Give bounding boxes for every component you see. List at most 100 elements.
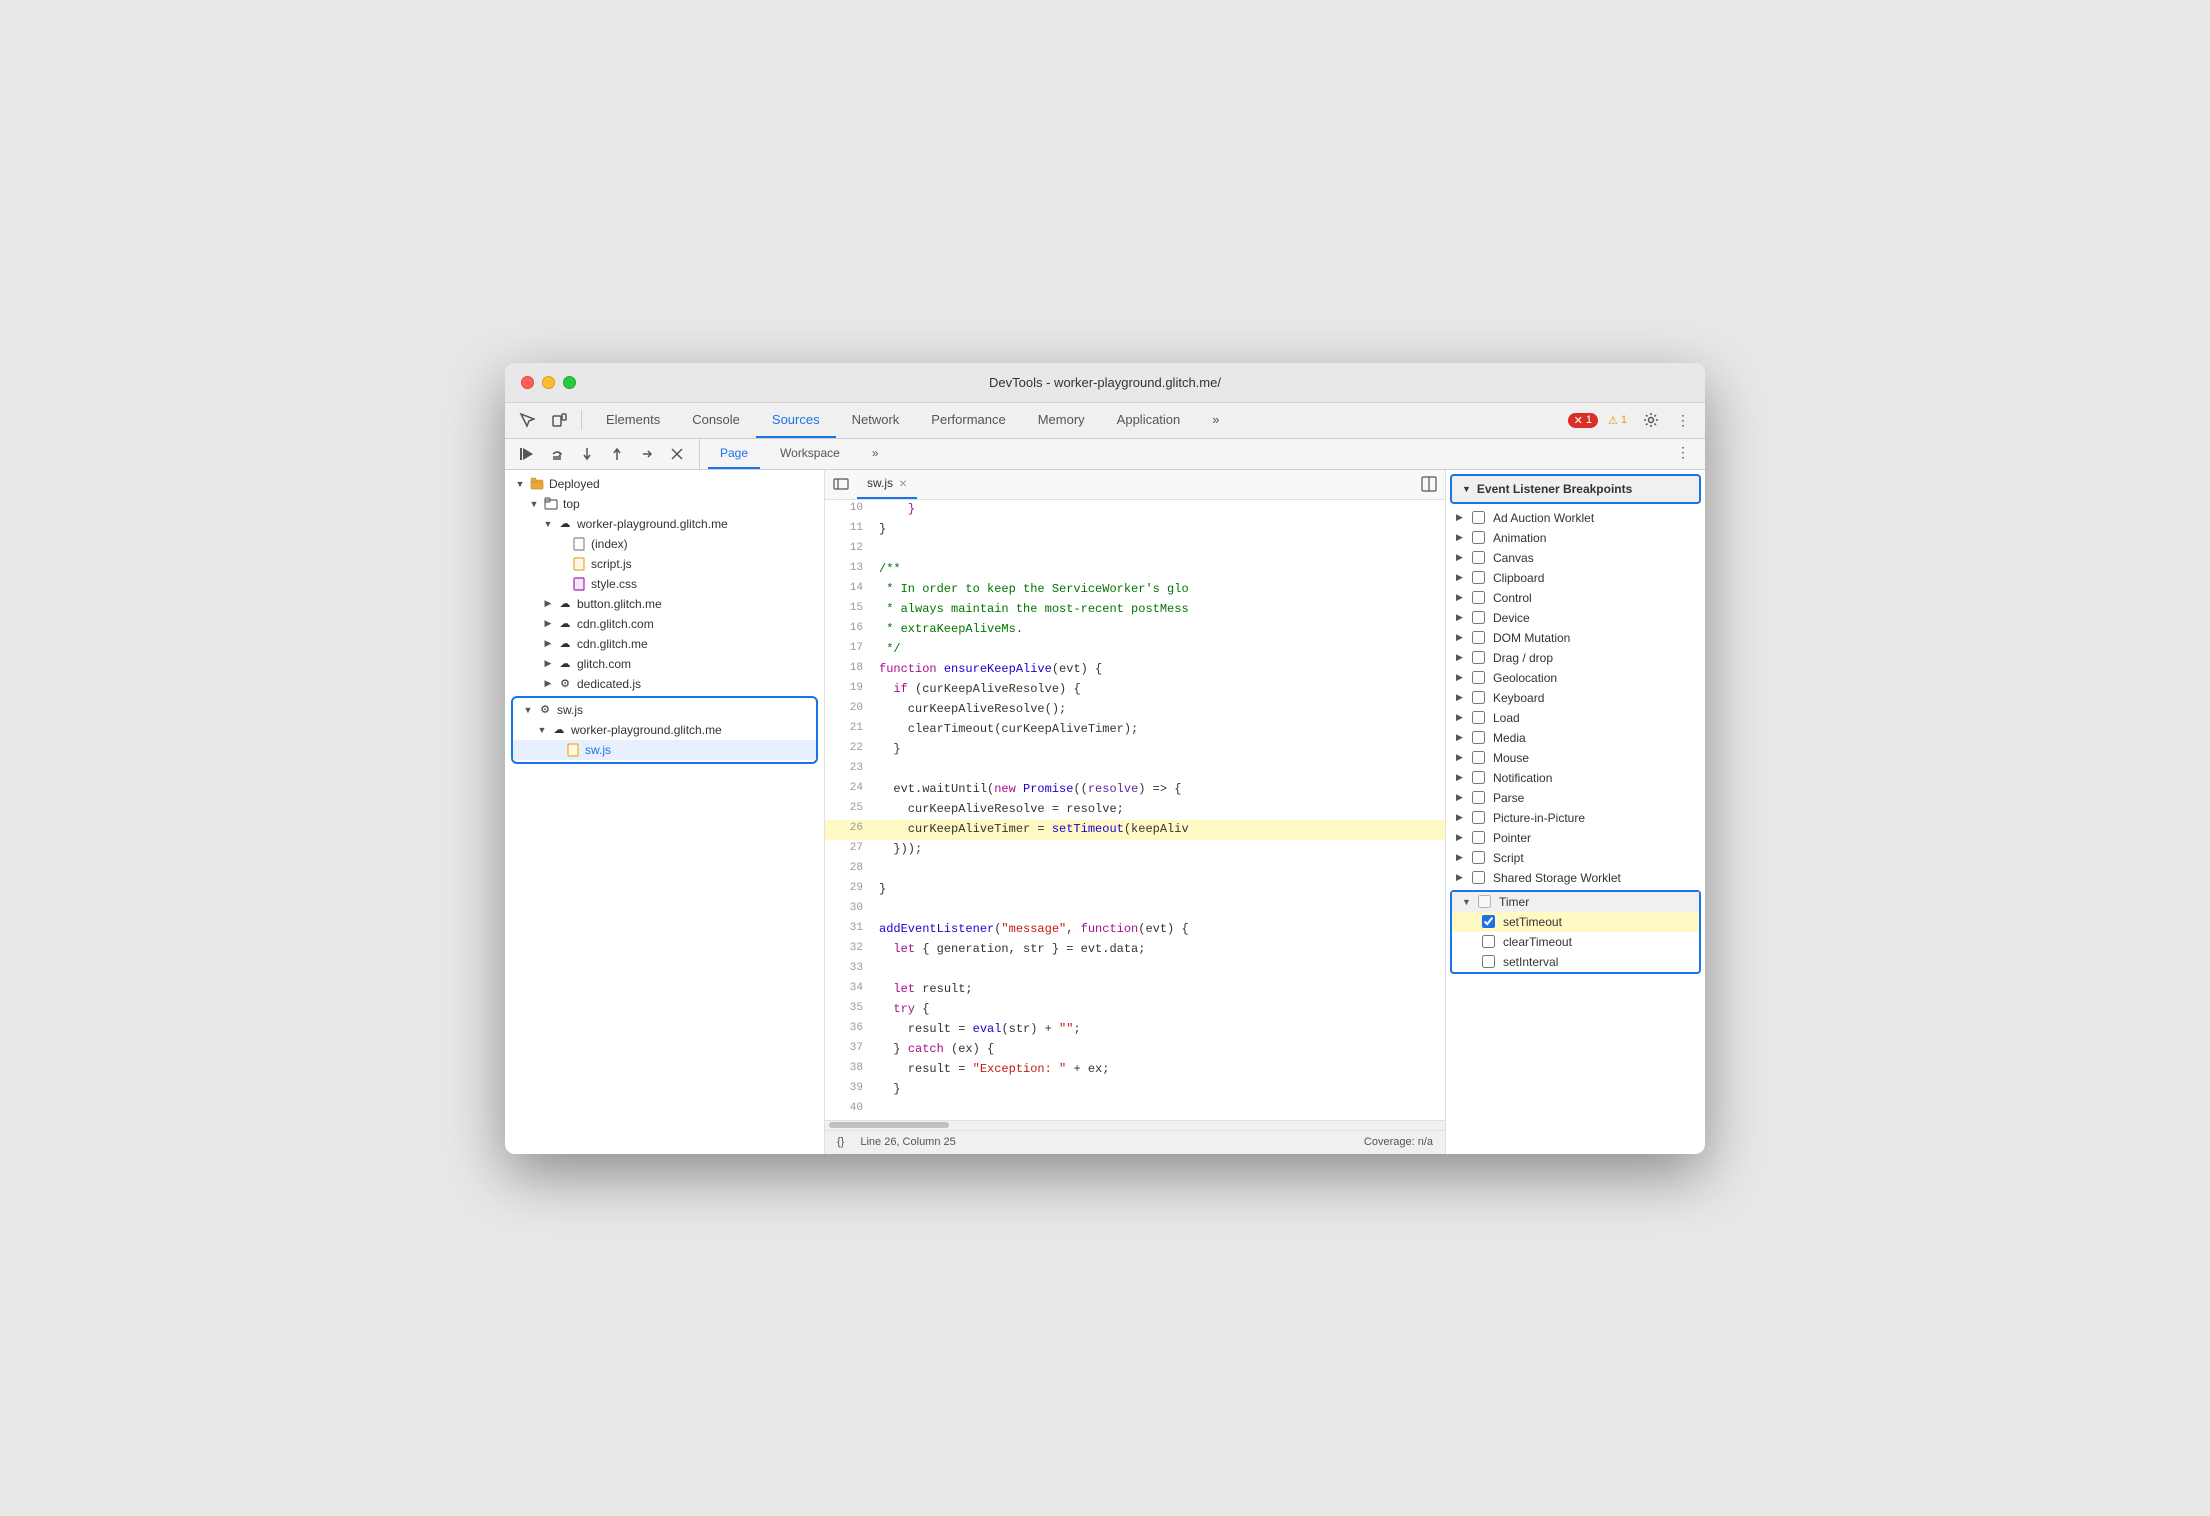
tree-item-cdn-glitch-com[interactable]: ▶ ☁ cdn.glitch.com [505,614,824,634]
cb-animation[interactable] [1472,531,1485,544]
cb-pointer[interactable] [1472,831,1485,844]
cb-device[interactable] [1472,611,1485,624]
tab-performance[interactable]: Performance [915,402,1021,438]
horizontal-scrollbar[interactable] [825,1120,1445,1130]
tab-page[interactable]: Page [708,439,760,469]
tree-item-wpm-sub[interactable]: ▼ ☁ worker-playground.glitch.me [513,720,816,740]
warning-badge[interactable]: ⚠ 1 [1602,413,1633,428]
bp-cat-media[interactable]: ▶ Media [1446,728,1705,748]
panel-layout-icon[interactable] [1421,476,1437,492]
step-button[interactable] [633,440,661,468]
code-content[interactable]: 10 } 11 } 12 13 [825,500,1445,1120]
scrollbar-thumb[interactable] [829,1122,949,1128]
error-badge[interactable]: ✕ 1 [1568,413,1598,428]
bp-cat-pointer[interactable]: ▶ Pointer [1446,828,1705,848]
bp-cat-parse[interactable]: ▶ Parse [1446,788,1705,808]
bp-cat-mouse[interactable]: ▶ Mouse [1446,748,1705,768]
code-tab-label: sw.js [867,476,893,490]
bp-cat-drag-drop[interactable]: ▶ Drag / drop [1446,648,1705,668]
cb-mouse[interactable] [1472,751,1485,764]
window-title: DevTools - worker-playground.glitch.me/ [989,375,1221,390]
cb-clipboard[interactable] [1472,571,1485,584]
cb-timer[interactable] [1478,895,1491,908]
bp-item-cleartimeout[interactable]: clearTimeout [1452,932,1699,952]
tab-more[interactable]: » [1196,402,1235,438]
tab-elements[interactable]: Elements [590,402,676,438]
breakpoints-header[interactable]: ▼ Event Listener Breakpoints [1450,474,1701,504]
cb-keyboard[interactable] [1472,691,1485,704]
cb-drag-drop[interactable] [1472,651,1485,664]
inspect-icon[interactable] [513,406,541,434]
resume-button[interactable] [513,440,541,468]
bp-cat-clipboard[interactable]: ▶ Clipboard [1446,568,1705,588]
bp-cat-geolocation[interactable]: ▶ Geolocation [1446,668,1705,688]
cb-ad-auction[interactable] [1472,511,1485,524]
code-line-28: 28 [825,860,1445,880]
step-into-button[interactable] [573,440,601,468]
cb-cleartimeout[interactable] [1482,935,1495,948]
maximize-button[interactable] [563,376,576,389]
format-button[interactable]: {} [837,1136,844,1148]
bp-item-settimeout[interactable]: setTimeout [1452,912,1699,932]
tree-item-deployed[interactable]: ▼ Deployed [505,474,824,494]
cb-dom-mutation[interactable] [1472,631,1485,644]
tab-network[interactable]: Network [836,402,916,438]
bp-cat-keyboard[interactable]: ▶ Keyboard [1446,688,1705,708]
close-button[interactable] [521,376,534,389]
cb-geolocation[interactable] [1472,671,1485,684]
tree-item-scriptjs[interactable]: ▶ script.js [505,554,824,574]
bp-cat-notification[interactable]: ▶ Notification [1446,768,1705,788]
cb-canvas[interactable] [1472,551,1485,564]
code-line-16: 16 * extraKeepAliveMs. [825,620,1445,640]
cb-shared-storage[interactable] [1472,871,1485,884]
bp-cat-pip[interactable]: ▶ Picture-in-Picture [1446,808,1705,828]
tree-item-cdn-glitch-me[interactable]: ▶ ☁ cdn.glitch.me [505,634,824,654]
tree-item-button-glitch[interactable]: ▶ ☁ button.glitch.me [505,594,824,614]
tab-console[interactable]: Console [676,402,756,438]
step-over-button[interactable] [543,440,571,468]
more-sidebar-button[interactable]: ⋮ [1669,439,1697,467]
step-out-button[interactable] [603,440,631,468]
bp-cat-control[interactable]: ▶ Control [1446,588,1705,608]
cb-script[interactable] [1472,851,1485,864]
tree-item-index[interactable]: ▶ (index) [505,534,824,554]
settings-icon[interactable] [1637,406,1665,434]
bp-cat-ad-auction[interactable]: ▶ Ad Auction Worklet [1446,508,1705,528]
more-options-icon[interactable]: ⋮ [1669,406,1697,434]
code-tab-close[interactable]: × [899,475,907,491]
tab-workspace[interactable]: Workspace [768,439,852,469]
cb-pip[interactable] [1472,811,1485,824]
cb-parse[interactable] [1472,791,1485,804]
cb-settimeout[interactable] [1482,915,1495,928]
minimize-button[interactable] [542,376,555,389]
tree-item-stylecss[interactable]: ▶ style.css [505,574,824,594]
device-toggle-icon[interactable] [545,406,573,434]
cb-media[interactable] [1472,731,1485,744]
bp-cat-animation[interactable]: ▶ Animation [1446,528,1705,548]
tree-item-swjs-file[interactable]: ▶ sw.js [513,740,816,760]
cb-load[interactable] [1472,711,1485,724]
bp-item-setinterval[interactable]: setInterval [1452,952,1699,972]
bp-cat-script[interactable]: ▶ Script [1446,848,1705,868]
bp-cat-timer[interactable]: ▼ Timer [1452,892,1699,912]
sources-more[interactable]: » [860,439,891,469]
code-tab-swjs[interactable]: sw.js × [857,469,917,499]
deactivate-breakpoints-button[interactable] [663,440,691,468]
tab-sources[interactable]: Sources [756,402,836,438]
bp-cat-dom-mutation[interactable]: ▶ DOM Mutation [1446,628,1705,648]
tree-item-worker-playground[interactable]: ▼ ☁ worker-playground.glitch.me [505,514,824,534]
tree-item-top[interactable]: ▼ top [505,494,824,514]
cb-notification[interactable] [1472,771,1485,784]
cb-setinterval[interactable] [1482,955,1495,968]
tree-item-dedicatedjs[interactable]: ▶ ⚙ dedicated.js [505,674,824,694]
bp-cat-shared-storage[interactable]: ▶ Shared Storage Worklet [1446,868,1705,888]
bp-cat-device[interactable]: ▶ Device [1446,608,1705,628]
bp-cat-canvas[interactable]: ▶ Canvas [1446,548,1705,568]
sidebar-toggle-icon[interactable] [833,476,849,492]
tree-item-glitch-com[interactable]: ▶ ☁ glitch.com [505,654,824,674]
bp-cat-load[interactable]: ▶ Load [1446,708,1705,728]
tab-application[interactable]: Application [1101,402,1197,438]
tree-item-swjs-folder[interactable]: ▼ ⚙ sw.js [513,700,816,720]
tab-memory[interactable]: Memory [1022,402,1101,438]
cb-control[interactable] [1472,591,1485,604]
